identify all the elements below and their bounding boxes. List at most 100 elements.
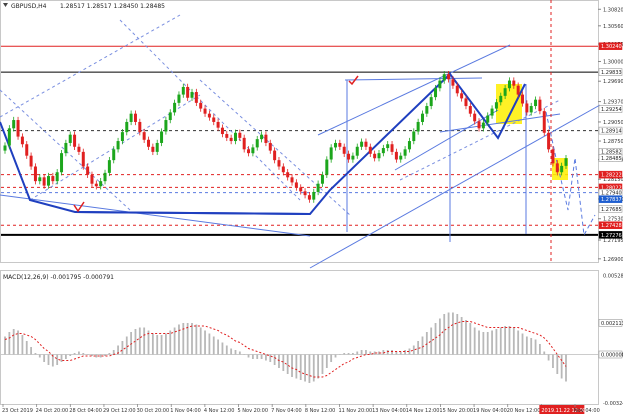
candle-body [312, 191, 316, 200]
time-tick-label: 30 Oct 20:00 [137, 408, 170, 414]
candle-body [434, 88, 438, 98]
candle-body [360, 141, 364, 147]
price-tick-label: 1.26900 [603, 257, 623, 263]
macd-histogram-bar [473, 327, 476, 355]
candle-body [525, 103, 529, 113]
macd-histogram-bar [251, 354, 254, 359]
candle-body [68, 134, 72, 143]
candle-body [394, 151, 398, 160]
macd-histogram-bar [425, 332, 428, 355]
macd-histogram-bar [178, 324, 180, 355]
macd-histogram-bar [560, 354, 563, 379]
macd-histogram-bar [534, 339, 537, 355]
macd-histogram-bar [269, 354, 272, 362]
candle-body [364, 141, 368, 147]
candle-body [303, 191, 307, 196]
price-level-tag-label: 1.27428 [601, 223, 622, 229]
macd-histogram-bar [478, 330, 480, 355]
candle-body [55, 172, 59, 182]
candle-body [368, 146, 372, 154]
macd-histogram-bar [373, 351, 376, 355]
macd-histogram-bar [199, 327, 202, 355]
price-level-tag-label: 1.28222 [601, 173, 622, 179]
candle-body [460, 93, 464, 99]
candle-body [277, 160, 281, 167]
candle-body [142, 132, 146, 140]
macd-histogram-bar [325, 354, 328, 368]
candle-body [377, 153, 381, 159]
candle-body [429, 97, 433, 107]
candle-body [103, 172, 107, 182]
price-level-tag-label: 1.28914 [601, 129, 622, 135]
macd-histogram-bar [8, 332, 11, 355]
macd-histogram-bar [38, 354, 41, 358]
candle-body [547, 132, 551, 150]
candle-body [351, 155, 355, 160]
candle-body [194, 92, 198, 103]
macd-histogram-bar [304, 354, 306, 382]
candle-body [116, 141, 120, 150]
candle-body [147, 139, 151, 147]
candle-body [51, 176, 55, 182]
macd-level-tag-label: 0.002113 [601, 321, 623, 327]
candle-body [447, 74, 451, 80]
macd-tick-label: -0.003246 [603, 401, 623, 407]
candle-body [542, 111, 546, 133]
time-tick-label: 15 Nov 20:00 [439, 408, 473, 414]
candle-body [560, 165, 564, 173]
candle-body [107, 160, 111, 173]
time-tick-label: 1 Nov 04:00 [170, 408, 201, 414]
macd-histogram-bar [278, 354, 280, 368]
candle-body [477, 121, 481, 129]
candle-body [90, 174, 94, 184]
candle-body [16, 120, 20, 137]
candle-body [529, 106, 533, 113]
macd-histogram-bar [256, 354, 259, 359]
macd-histogram-bar [556, 354, 559, 374]
price-level-tag-label: 1.27837 [601, 197, 622, 203]
price-tick-label: 1.28750 [603, 139, 623, 145]
candle-body [203, 108, 207, 114]
price-level-tag-label: 1.29254 [601, 107, 622, 113]
candle-body [455, 85, 459, 94]
time-tick-label: 24 Oct 20:00 [36, 408, 69, 414]
macd-histogram-bar [212, 336, 215, 355]
candle-body [281, 166, 285, 173]
price-level-tag-label: 1.30240 [601, 44, 622, 50]
candle-body [516, 85, 520, 95]
candle-body [164, 120, 168, 132]
candle-body [338, 142, 342, 147]
candle-body [25, 144, 29, 156]
time-tick-label: 4 Nov 12:00 [204, 408, 235, 414]
macd-histogram-bar [486, 332, 489, 355]
candle-body [316, 183, 320, 192]
macd-histogram-bar [121, 341, 124, 355]
macd-histogram-bar [60, 354, 63, 362]
chart-header: GBPUSD,H4 1.28517 1.28517 1.28450 1.2848… [3, 3, 165, 10]
price-tick-label: 1.30560 [603, 24, 623, 30]
macd-histogram-bar [412, 345, 415, 355]
candle-body [503, 88, 507, 96]
macd-histogram-bar [165, 333, 167, 355]
candle-body [155, 142, 159, 152]
macd-histogram-bar [482, 332, 485, 355]
macd-histogram-bar [391, 350, 393, 355]
macd-histogram-bar [43, 354, 46, 362]
macd-histogram-bar [547, 354, 550, 361]
candle-body [225, 134, 229, 138]
candle-body [290, 177, 294, 183]
candle-body [307, 195, 311, 200]
macd-tick-label: 0.005282 [603, 273, 623, 279]
candle-body [473, 113, 477, 122]
candle-body [46, 176, 50, 186]
candle-body [151, 146, 155, 152]
macd-histogram-bar [291, 354, 293, 377]
macd-histogram-bar [169, 330, 172, 355]
macd-histogram-bar [356, 351, 359, 355]
candle-body [534, 99, 538, 107]
macd-histogram-bar [447, 312, 450, 355]
macd-histogram-bar [99, 354, 102, 358]
macd-histogram-bar [438, 318, 441, 355]
macd-histogram-bar [456, 314, 459, 355]
macd-histogram-bar [30, 347, 32, 355]
